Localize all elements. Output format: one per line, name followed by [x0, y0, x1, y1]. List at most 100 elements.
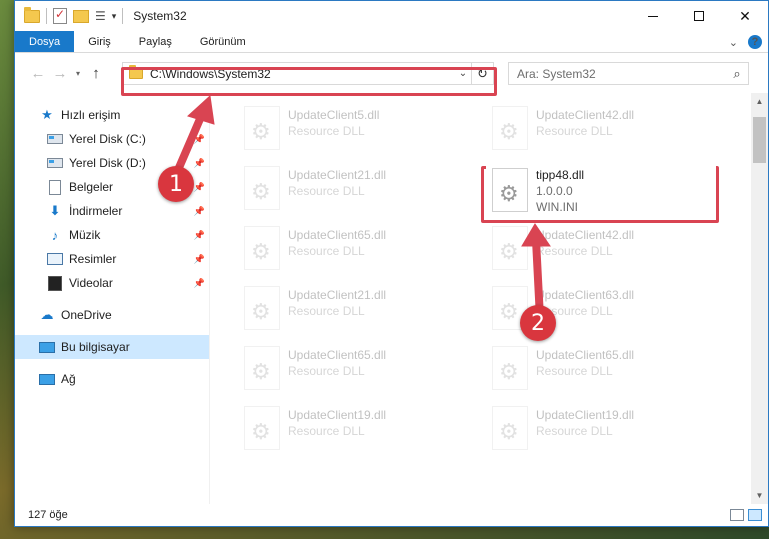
file-name: tipp48.dll: [536, 168, 585, 182]
tab-file[interactable]: Dosya: [15, 31, 75, 52]
step-marker-1: 1: [158, 166, 194, 202]
sidebar-item-label: Ağ: [61, 372, 76, 386]
network-icon: [39, 371, 55, 387]
sidebar-item-onedrive[interactable]: ☁ OneDrive: [15, 303, 209, 327]
sidebar-item-this-pc[interactable]: Bu bilgisayar: [15, 335, 209, 359]
dll-file-icon: [244, 286, 280, 330]
window-title: System32: [133, 9, 187, 23]
dll-file-icon: [492, 106, 528, 150]
music-icon: ♪: [51, 227, 59, 243]
large-icons-view-icon[interactable]: [748, 509, 762, 521]
sidebar-item-pictures[interactable]: Resimler 📌: [15, 247, 209, 271]
pin-icon[interactable]: 📌: [194, 182, 205, 193]
file-name: UpdateClient19.dll: [536, 408, 635, 422]
file-list: UpdateClient5.dll Resource DLL UpdateClie…: [210, 93, 768, 504]
help-icon[interactable]: ?: [748, 35, 762, 49]
minimize-button[interactable]: [630, 1, 676, 31]
file-item[interactable]: UpdateClient42.dll Resource DLL: [486, 101, 716, 157]
dll-file-icon: [244, 346, 280, 390]
file-item-tipp48[interactable]: tipp48.dll 1.0.0.0 WIN.INI: [486, 163, 716, 219]
file-item[interactable]: UpdateClient65.dll Resource DLL: [486, 341, 716, 397]
recent-locations-dropdown[interactable]: ▾: [71, 69, 85, 78]
details-view-icon[interactable]: [730, 509, 744, 521]
address-bar[interactable]: C:\Windows\System32 ⌄ ↻: [122, 62, 494, 85]
folder-icon: [24, 6, 40, 23]
toolbar-divider: [122, 8, 124, 24]
file-type: Resource DLL: [536, 364, 613, 378]
file-name: UpdateClient21.dll: [288, 288, 387, 302]
title-bar: ☰ ▾ System32 ✕: [15, 1, 768, 31]
scroll-down-icon[interactable]: ▼: [751, 487, 768, 504]
pin-icon[interactable]: 📌: [194, 134, 205, 145]
pictures-icon: [47, 251, 63, 267]
file-version: 1.0.0.0: [536, 184, 573, 198]
sidebar-item-label: OneDrive: [61, 308, 112, 322]
file-name: UpdateClient65.dll: [288, 348, 387, 362]
file-item[interactable]: UpdateClient19.dll Resource DLL: [486, 401, 716, 457]
maximize-button[interactable]: [676, 1, 722, 31]
file-type: Resource DLL: [288, 304, 365, 318]
file-item[interactable]: UpdateClient42.dll Resource DLL: [486, 221, 716, 277]
properties-icon[interactable]: [53, 7, 67, 24]
sidebar-item-quick-access[interactable]: ★ Hızlı erişim: [15, 103, 209, 127]
sidebar-item-downloads[interactable]: ⬇ İndirmeler 📌: [15, 199, 209, 223]
sidebar-item-label: Bu bilgisayar: [61, 340, 130, 354]
sidebar-item-music[interactable]: ♪ Müzik 📌: [15, 223, 209, 247]
file-name: UpdateClient65.dll: [288, 228, 387, 242]
navigation-pane: ★ Hızlı erişim Yerel Disk (C:) 📌 Yerel D…: [15, 93, 210, 504]
content-area: ★ Hızlı erişim Yerel Disk (C:) 📌 Yerel D…: [15, 93, 768, 504]
sidebar-item-videos[interactable]: Videolar 📌: [15, 271, 209, 295]
ribbon-tabs: Dosya Giriş Paylaş Görünüm ⌄ ?: [15, 31, 768, 53]
pin-icon[interactable]: 📌: [194, 254, 205, 265]
sidebar-item-label: Yerel Disk (D:): [69, 156, 146, 170]
sidebar-item-label: Videolar: [69, 276, 113, 290]
refresh-button[interactable]: ↻: [471, 63, 493, 84]
close-button[interactable]: ✕: [722, 1, 768, 31]
step-marker-2: 2: [520, 305, 556, 341]
tab-view[interactable]: Görünüm: [186, 31, 260, 52]
sidebar-item-local-disk-c[interactable]: Yerel Disk (C:) 📌: [15, 127, 209, 151]
sidebar-item-label: Resimler: [69, 252, 117, 266]
new-folder-icon[interactable]: [73, 9, 89, 23]
scrollbar-thumb[interactable]: [753, 117, 766, 163]
file-type: Resource DLL: [536, 424, 613, 438]
address-history-dropdown[interactable]: ⌄: [455, 68, 471, 79]
file-item[interactable]: UpdateClient5.dll Resource DLL: [238, 101, 468, 157]
downloads-icon: ⬇: [49, 203, 61, 218]
computer-icon: [39, 339, 55, 355]
scroll-up-icon[interactable]: ▲: [751, 93, 768, 110]
tab-share[interactable]: Paylaş: [125, 31, 186, 52]
file-item[interactable]: UpdateClient19.dll Resource DLL: [238, 401, 468, 457]
address-path[interactable]: C:\Windows\System32: [150, 67, 455, 81]
pin-icon[interactable]: 📌: [194, 230, 205, 241]
up-button[interactable]: ↑: [85, 65, 107, 82]
status-bar: 127 öğe: [15, 504, 768, 526]
pin-icon[interactable]: 📌: [194, 158, 205, 169]
view-options-icon[interactable]: ☰: [95, 9, 106, 23]
back-button[interactable]: ←: [27, 65, 49, 82]
file-item[interactable]: UpdateClient65.dll Resource DLL: [238, 221, 468, 277]
search-box[interactable]: ⌕: [508, 62, 749, 85]
vertical-scrollbar[interactable]: ▲ ▼: [751, 93, 768, 504]
forward-button[interactable]: →: [49, 65, 71, 82]
pin-icon[interactable]: 📌: [194, 206, 205, 217]
dll-file-icon: [244, 406, 280, 450]
tab-home[interactable]: Giriş: [74, 31, 125, 52]
file-item[interactable]: UpdateClient21.dll Resource DLL: [238, 161, 468, 217]
drive-icon: [47, 131, 63, 147]
pin-icon[interactable]: 📌: [194, 278, 205, 289]
navigation-bar: ← → ▾ ↑ C:\Windows\System32 ⌄ ↻ ⌕: [15, 53, 768, 93]
file-type: Resource DLL: [288, 184, 365, 198]
dll-file-icon: [244, 106, 280, 150]
documents-icon: [47, 179, 63, 195]
sidebar-item-network[interactable]: Ağ: [15, 367, 209, 391]
file-item[interactable]: UpdateClient21.dll Resource DLL: [238, 281, 468, 337]
search-input[interactable]: [509, 66, 726, 81]
dll-file-icon: [492, 406, 528, 450]
window-controls: ✕: [630, 1, 768, 31]
search-icon[interactable]: ⌕: [726, 66, 748, 82]
file-name: UpdateClient63.dll: [536, 288, 635, 302]
expand-ribbon-icon[interactable]: ⌄: [729, 36, 738, 49]
customize-toolbar-dropdown[interactable]: ▾: [112, 11, 117, 22]
file-item[interactable]: UpdateClient65.dll Resource DLL: [238, 341, 468, 397]
